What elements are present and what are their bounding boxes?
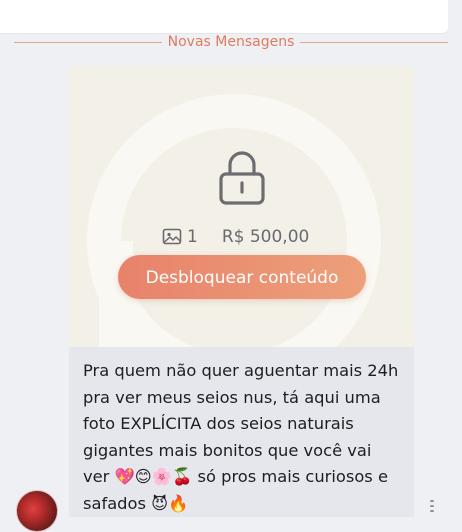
new-messages-label: Novas Mensagens: [167, 34, 295, 50]
image-icon: [162, 228, 182, 245]
media-info: 1 R$ 500,00: [162, 225, 309, 249]
message-text: Pra quem não quer aguentar mais 24h pra …: [83, 361, 404, 513]
divider-line-left: [14, 41, 162, 43]
message-bubble: Pra quem não quer aguentar mais 24h pra …: [69, 347, 414, 517]
media-price: R$ 500,00: [221, 227, 310, 247]
locked-media-card[interactable]: [69, 66, 414, 356]
more-dot: [430, 505, 434, 507]
more-options-icon[interactable]: [428, 500, 436, 512]
avatar[interactable]: [16, 490, 58, 532]
lock-icon: [219, 151, 265, 205]
more-dot: [430, 500, 434, 502]
media-count: 1: [187, 227, 198, 247]
new-messages-divider: Novas Mensagens: [14, 31, 449, 53]
divider-line-right: [300, 41, 449, 43]
watermark-logo-icon: [87, 94, 381, 356]
top-bar: [0, 0, 448, 34]
unlock-content-button[interactable]: Desbloquear conteúdo: [118, 255, 366, 299]
